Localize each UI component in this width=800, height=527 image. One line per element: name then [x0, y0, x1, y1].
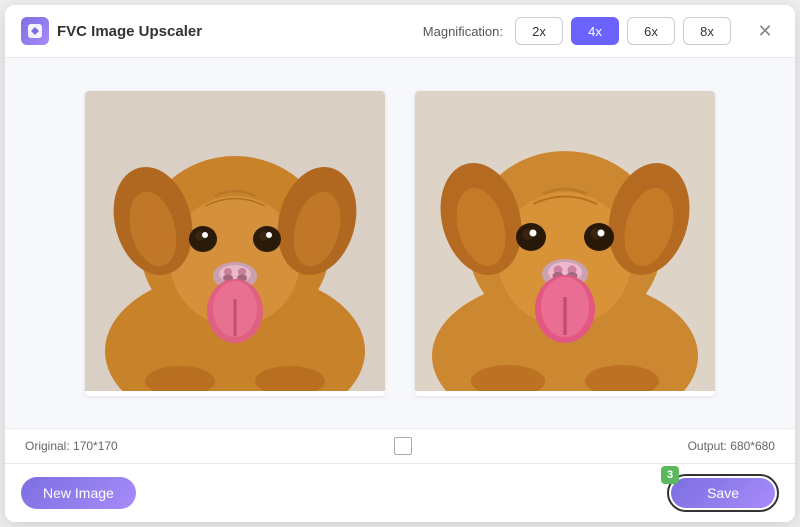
magnification-area: Magnification: 2x 4x 6x 8x [423, 17, 731, 45]
mag-8x-button[interactable]: 8x [683, 17, 731, 45]
magnification-label: Magnification: [423, 24, 503, 39]
new-image-button[interactable]: New Image [21, 477, 136, 509]
save-area: 3 Save [667, 474, 779, 512]
save-btn-wrapper: Save [667, 474, 779, 512]
mag-4x-button[interactable]: 4x [571, 17, 619, 45]
original-image [85, 91, 385, 391]
save-badge: 3 [661, 466, 679, 484]
info-bar: Original: 170*170 Output: 680*680 [5, 428, 795, 463]
output-size-label: Output: 680*680 [688, 439, 775, 453]
titlebar: FVC Image Upscaler Magnification: 2x 4x … [5, 5, 795, 58]
content-area [5, 58, 795, 428]
mag-2x-button[interactable]: 2x [515, 17, 563, 45]
logo-area: FVC Image Upscaler [21, 17, 423, 45]
output-image [415, 91, 715, 391]
center-box-icon [394, 437, 412, 455]
save-button[interactable]: Save [671, 478, 775, 508]
original-size-label: Original: 170*170 [25, 439, 118, 453]
mag-6x-button[interactable]: 6x [627, 17, 675, 45]
footer: New Image 3 Save [5, 463, 795, 522]
close-button[interactable]: ✕ [751, 17, 779, 45]
original-image-panel [85, 91, 385, 396]
app-window: FVC Image Upscaler Magnification: 2x 4x … [5, 5, 795, 522]
output-image-panel [415, 91, 715, 396]
app-title: FVC Image Upscaler [57, 23, 202, 40]
app-logo-icon [21, 17, 49, 45]
